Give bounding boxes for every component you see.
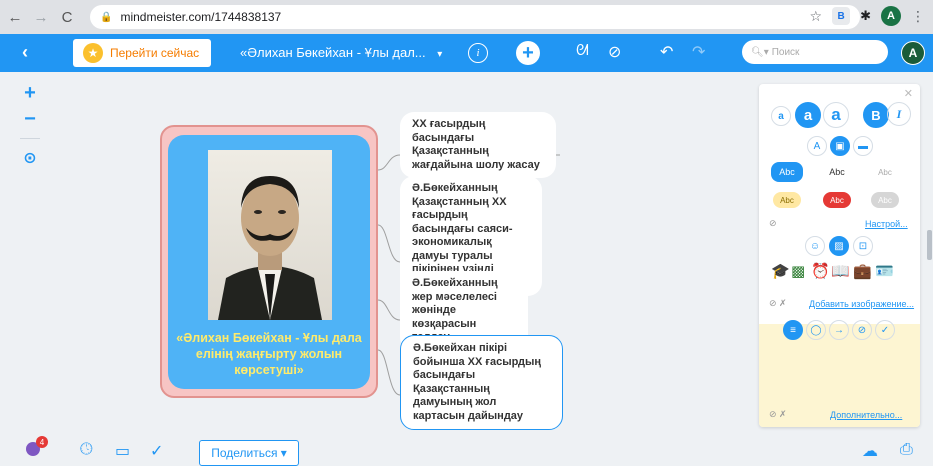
history-icon[interactable]: 🕓︎ [80,441,93,459]
remove-image-icon[interactable]: ⊘ ✗ [769,298,787,309]
topic-text: Ә.Бөкейхан пікірі бойынша ХХ ғасырдың ба… [413,342,542,422]
attachment-icon[interactable]: ⊘ [852,320,872,340]
graduation-cap-icon[interactable]: 🎓 [771,262,790,280]
task-check-icon[interactable]: ✓ [150,441,163,461]
fill-color-icon[interactable]: ▣ [830,136,850,156]
alarm-clock-icon[interactable]: ⏰ [811,262,830,280]
color-preset-yellow[interactable]: Abc [773,192,801,208]
checkmark-icon[interactable]: ✓ [875,320,895,340]
format-panel: ✕ a a a B I A ▣ ▬ Abc Abc Abc Abc Abc Ab… [759,84,920,427]
share-button[interactable]: Поделиться ▾ [199,440,299,466]
central-topic[interactable]: «Әлихан Бөкейхан - Ұлы дала елінің жаңғы… [168,135,370,389]
topic-text: Ә.Бөкейханның жер мәселелесі жөнінде көз… [412,277,498,343]
topic-node-4-selected[interactable]: Ә.Бөкейхан пікірі бойынша ХХ ғасырдың ба… [400,335,563,430]
chalkboard-icon[interactable]: ▩ [791,262,805,280]
emoji-icon[interactable]: ☺ [805,236,825,256]
notes-icon[interactable]: ≡ [783,320,803,340]
briefcase-icon[interactable]: 💼 [853,262,872,280]
color-preset-red[interactable]: Abc [823,192,851,208]
print-icon[interactable]: ⎙ [900,441,913,459]
id-card-icon[interactable]: 🪪 [875,262,894,280]
comment-icon[interactable]: ◯ [806,320,826,340]
style-preset-3[interactable]: Abc [869,162,901,182]
text-color-icon[interactable]: A [807,136,827,156]
topic-text: ХХ ғасырдың басындағы Қазақстанның жағда… [412,118,540,171]
style-preset-1[interactable]: Abc [771,162,803,182]
style-preset-2[interactable]: Abc [821,162,853,182]
close-icon[interactable]: ✕ [904,87,913,100]
bottom-bar: 4 🕓︎ ▭ ✓ Поделиться ▾ ☁ ⎙ [0,432,933,466]
add-image-link[interactable]: Добавить изображение... [809,299,914,309]
canvas-scrollbar[interactable] [927,230,932,260]
custom-style-link[interactable]: Настрой... [865,219,908,229]
font-size-medium-button[interactable]: a [795,102,821,128]
central-topic-text: «Әлихан Бөкейхан - Ұлы дала елінің жаңғы… [176,331,362,377]
cloud-download-icon[interactable]: ☁ [862,441,878,461]
link-preview-icon[interactable]: ⊡ [853,236,873,256]
font-size-large-button[interactable]: a [823,102,849,128]
notification-badge: 4 [36,436,48,448]
border-style-icon[interactable]: ▬ [853,136,873,156]
remove-extra-icon[interactable]: ⊘ ✗ [769,409,787,420]
no-style-icon[interactable]: ⊘ [769,218,777,229]
color-preset-grey[interactable]: Abc [871,192,899,208]
topic-node-1[interactable]: ХХ ғасырдың басындағы Қазақстанның жағда… [400,112,556,178]
image-icon[interactable]: ▨ [829,236,849,256]
font-size-small-button[interactable]: a [771,106,791,126]
more-options-link[interactable]: Дополнительно... [830,410,902,420]
bold-button[interactable]: B [863,102,889,128]
presentation-icon[interactable]: ▭ [115,441,130,461]
book-icon[interactable]: 📖 [831,262,850,280]
arrow-right-icon[interactable]: → [829,320,849,340]
portrait-image [208,150,332,320]
portrait-illustration [218,176,322,320]
italic-button[interactable]: I [887,102,911,126]
